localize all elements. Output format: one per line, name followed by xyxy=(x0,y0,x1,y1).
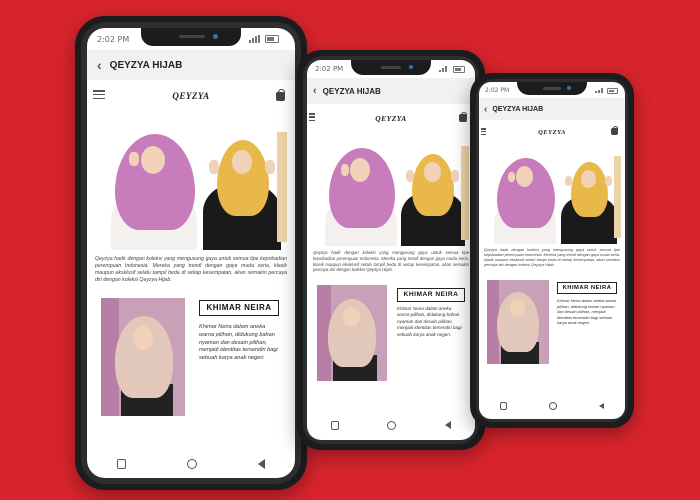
product-description: Khimar Neira dalam aneka warna pilihan, … xyxy=(199,324,278,362)
status-time: 2:02 PM xyxy=(315,65,344,73)
square-icon[interactable] xyxy=(117,459,127,469)
decor-stripe xyxy=(614,156,621,238)
brand-logo: QEYZYA xyxy=(538,128,566,136)
app-bar: ‹ QEYZYA HIJAB xyxy=(307,78,475,104)
square-icon[interactable] xyxy=(500,402,507,410)
status-time: 2:02 PM xyxy=(485,86,510,94)
model-hand-3 xyxy=(265,160,275,174)
triangle-back-icon[interactable] xyxy=(444,421,451,429)
model-hand xyxy=(508,172,515,182)
camera xyxy=(567,86,571,90)
product-image xyxy=(101,298,185,416)
hero-image xyxy=(482,144,622,244)
notch xyxy=(141,28,241,46)
nav-bar xyxy=(87,456,295,472)
model-hand xyxy=(341,164,349,176)
triangle-back-icon[interactable] xyxy=(257,459,265,469)
battery-icon xyxy=(453,66,465,73)
signal-icon xyxy=(439,66,447,72)
app-bar: ‹ QEYZYA HIJAB xyxy=(479,98,625,120)
circle-icon[interactable] xyxy=(387,420,397,430)
product-description: Khimar Neira dalam aneka warna pilihan, … xyxy=(557,298,617,326)
model-face xyxy=(350,158,370,182)
camera xyxy=(409,65,413,69)
model-face xyxy=(141,146,165,174)
circle-icon[interactable] xyxy=(549,402,557,410)
notch xyxy=(351,60,431,75)
model-face-2 xyxy=(424,162,441,182)
product-face xyxy=(510,299,525,317)
back-arrow-icon[interactable]: ‹ xyxy=(97,57,102,73)
model-face xyxy=(516,166,533,187)
product-description: Khimar Neira dalam aneka warna pilihan, … xyxy=(397,306,462,337)
phone-screen: 2:02 PM ‹ QEYZYA HIJAB QEYZYA Qeyzya had… xyxy=(479,82,625,419)
brand-logo: QEYZYA xyxy=(172,91,210,101)
brand-description: Qeyzya hadir dengan koleksi yang mengusu… xyxy=(95,256,287,284)
shopping-bag-icon[interactable] xyxy=(459,111,467,122)
phone-middle: 2:02 PM ‹ QEYZYA HIJAB QEYZYA Qeyzya had… xyxy=(297,50,485,450)
speaker xyxy=(381,66,401,69)
product-name: KHIMAR NEIRA xyxy=(199,300,279,316)
phone-screen: 2:02 PM ‹ QEYZYA HIJAB QEYZYA Qeyzya had… xyxy=(307,60,475,440)
model-hand-2 xyxy=(406,170,414,182)
shopping-bag-icon[interactable] xyxy=(276,89,285,101)
triangle-back-icon[interactable] xyxy=(599,403,604,409)
product-name: KHIMAR NEIRA xyxy=(557,282,617,294)
phone-front: 2:02 PM ‹ QEYZYA HIJAB QEYZYA Qeyzya had… xyxy=(75,16,307,490)
speaker xyxy=(543,87,561,90)
phone-screen: 2:02 PM ‹ QEYZYA HIJAB QEYZYA Qeyzya had… xyxy=(87,28,295,478)
product-name: KHIMAR NEIRA xyxy=(397,288,465,302)
status-time: 2:02 PM xyxy=(97,34,130,44)
model-face-2 xyxy=(581,170,596,188)
model-hand-2 xyxy=(565,176,572,186)
nav-bar xyxy=(307,418,475,432)
model-hand xyxy=(129,152,139,166)
phone-back: 2:02 PM ‹ QEYZYA HIJAB QEYZYA Qeyzya had… xyxy=(470,73,634,428)
app-title: QEYZYA HIJAB xyxy=(322,86,381,96)
shopping-bag-icon[interactable] xyxy=(611,125,619,135)
brand-row: QEYZYA xyxy=(87,84,295,108)
hamburger-menu-icon[interactable] xyxy=(93,90,105,99)
app-bar: ‹ QEYZYA HIJAB xyxy=(87,50,295,80)
signal-icon xyxy=(595,87,603,93)
brand-description: Qeyzya hadir dengan koleksi yang mengusu… xyxy=(313,250,469,273)
hamburger-menu-icon[interactable] xyxy=(309,113,315,121)
model-face-2 xyxy=(232,150,252,174)
square-icon[interactable] xyxy=(331,420,340,430)
signal-icon xyxy=(249,35,260,43)
nav-bar xyxy=(479,400,625,412)
hamburger-menu-icon[interactable] xyxy=(481,128,486,135)
product-face xyxy=(133,326,153,350)
hero-image xyxy=(311,132,471,246)
camera xyxy=(213,34,218,39)
model-hand-3 xyxy=(451,170,459,182)
hero-image xyxy=(93,112,289,250)
notch xyxy=(517,82,587,95)
decor-stripe xyxy=(461,146,469,240)
product-face xyxy=(343,307,360,327)
product-image xyxy=(317,285,387,381)
app-title: QEYZYA HIJAB xyxy=(492,105,544,113)
product-image xyxy=(487,280,549,364)
brand-row: QEYZYA xyxy=(479,123,625,141)
brand-description: Qeyzya hadir dengan koleksi yang mengusu… xyxy=(484,248,620,268)
model-hand-2 xyxy=(209,160,219,174)
app-title: QEYZYA HIJAB xyxy=(109,59,183,71)
back-arrow-icon[interactable]: ‹ xyxy=(484,104,487,115)
back-arrow-icon[interactable]: ‹ xyxy=(313,85,317,97)
decor-stripe xyxy=(277,132,287,242)
battery-icon xyxy=(265,35,279,43)
circle-icon[interactable] xyxy=(186,459,197,469)
brand-row: QEYZYA xyxy=(307,108,475,128)
battery-icon xyxy=(607,87,618,94)
speaker xyxy=(179,35,205,38)
brand-logo: QEYZYA xyxy=(375,113,407,123)
model-hand-3 xyxy=(605,176,612,186)
